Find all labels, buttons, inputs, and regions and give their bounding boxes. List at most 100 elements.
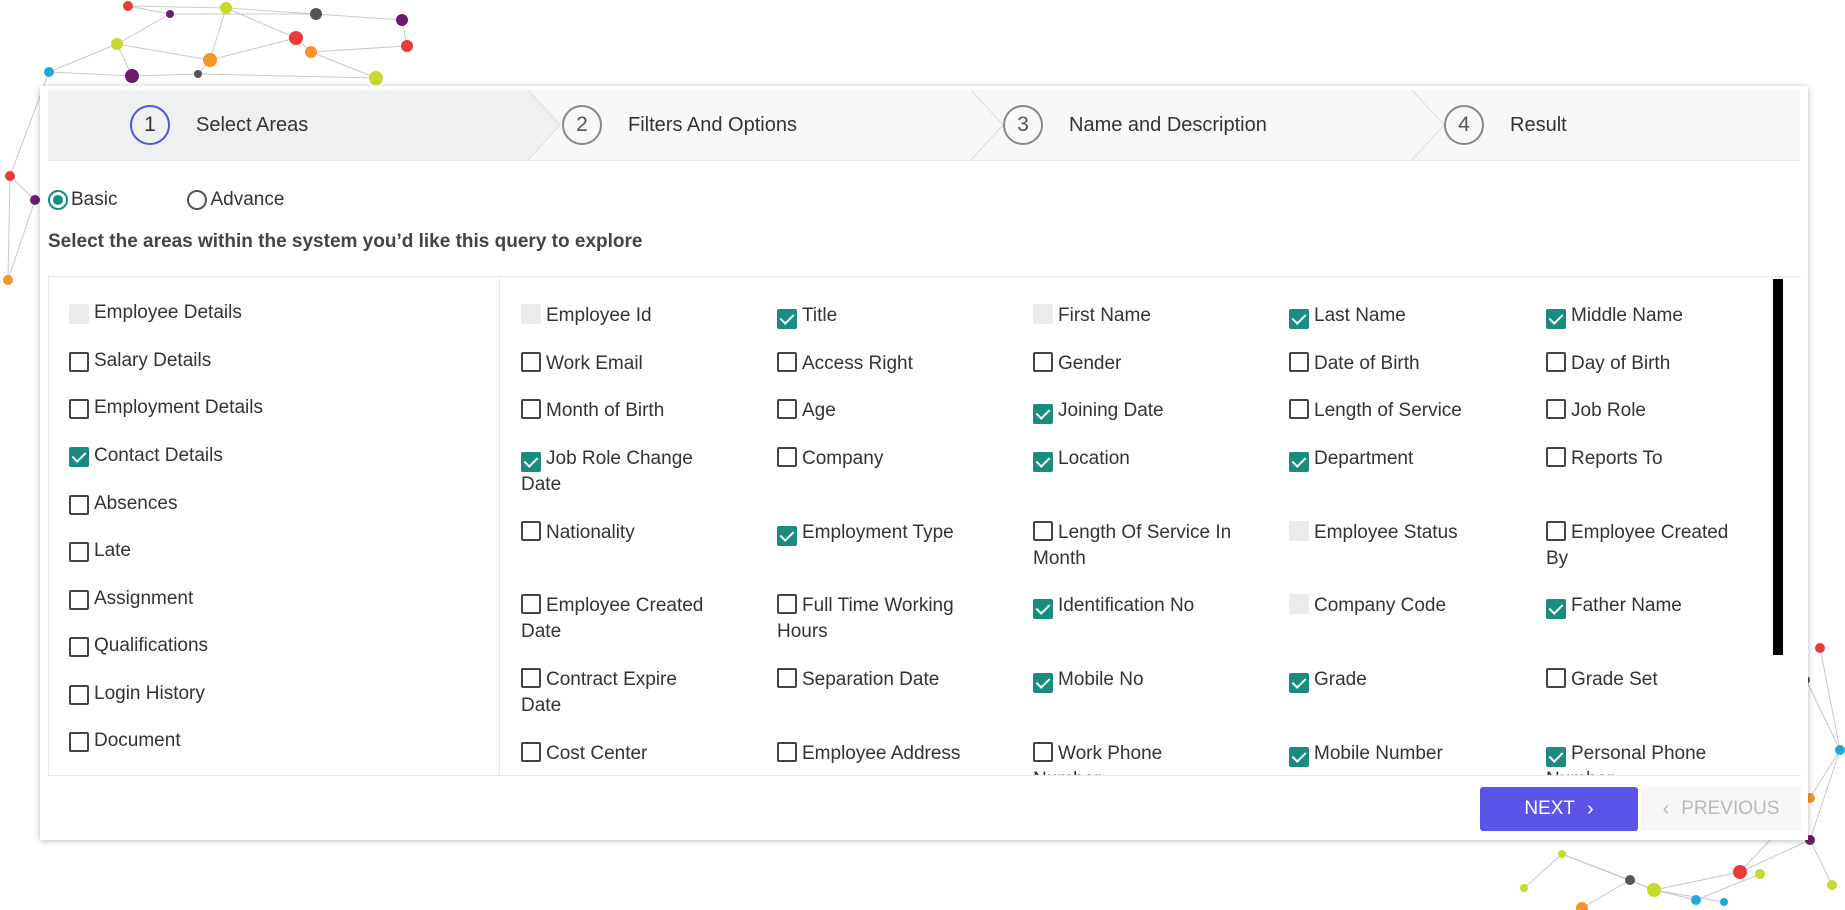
checkbox-icon[interactable] (1289, 352, 1309, 372)
checkbox-icon[interactable] (69, 399, 89, 419)
checkbox-item[interactable]: Reports To (1546, 446, 1746, 472)
checkbox-item[interactable]: Late (69, 540, 489, 564)
checkbox-item[interactable]: Absences (69, 493, 489, 517)
checkbox-icon[interactable] (777, 352, 797, 372)
checkbox-icon[interactable] (777, 742, 797, 762)
checkbox-item[interactable]: Contract Expire Date (521, 667, 721, 719)
checkbox-item[interactable]: Father Name (1546, 593, 1746, 619)
next-button[interactable]: NEXT › (1480, 787, 1638, 831)
checkbox-item[interactable]: Grade (1289, 667, 1489, 693)
checkbox-item[interactable]: Employment Details (69, 397, 489, 421)
step-result[interactable]: 4 Result (1444, 90, 1567, 160)
checkbox-icon[interactable] (521, 742, 541, 762)
checkbox-icon[interactable] (1546, 352, 1566, 372)
checkbox-item[interactable]: Length Of Service In Month (1033, 520, 1233, 572)
checkbox-checked-icon[interactable] (1289, 673, 1309, 693)
checkbox-checked-icon[interactable] (1033, 599, 1053, 619)
mode-basic-radio[interactable]: Basic (48, 189, 117, 211)
checkbox-item[interactable]: Job Role (1546, 398, 1746, 424)
checkbox-item[interactable]: Length of Service (1289, 398, 1489, 424)
checkbox-icon[interactable] (1546, 399, 1566, 419)
checkbox-item[interactable]: Full Time Working Hours (777, 593, 977, 645)
checkbox-icon[interactable] (1546, 521, 1566, 541)
checkbox-item[interactable]: Day of Birth (1546, 351, 1746, 377)
checkbox-icon[interactable] (521, 521, 541, 541)
checkbox-item[interactable]: Age (777, 398, 977, 424)
checkbox-item[interactable]: Work Phone Number (1033, 741, 1233, 775)
checkbox-item[interactable]: Joining Date (1033, 398, 1233, 424)
checkbox-item[interactable]: Employee Created Date (521, 593, 721, 645)
radio-selected-icon[interactable] (48, 190, 68, 210)
checkbox-icon[interactable] (777, 399, 797, 419)
checkbox-checked-icon[interactable] (1289, 747, 1309, 767)
checkbox-icon[interactable] (521, 352, 541, 372)
checkbox-checked-icon[interactable] (69, 447, 89, 467)
checkbox-item[interactable]: Job Role Change Date (521, 446, 721, 498)
checkbox-item[interactable]: Identification No (1033, 593, 1233, 619)
checkbox-item[interactable]: Department (1289, 446, 1489, 472)
checkbox-icon[interactable] (521, 594, 541, 614)
checkbox-item[interactable]: Personal Phone Number (1546, 741, 1746, 775)
checkbox-checked-icon[interactable] (521, 452, 541, 472)
checkbox-checked-icon[interactable] (1546, 309, 1566, 329)
checkbox-icon[interactable] (1546, 668, 1566, 688)
checkbox-item[interactable]: Cost Center (521, 741, 721, 767)
checkbox-icon[interactable] (69, 637, 89, 657)
checkbox-icon[interactable] (521, 399, 541, 419)
checkbox-icon[interactable] (521, 668, 541, 688)
checkbox-checked-icon[interactable] (777, 309, 797, 329)
fields-scrollbar[interactable] (1773, 279, 1783, 655)
checkbox-item[interactable]: Nationality (521, 520, 721, 546)
checkbox-item[interactable]: Contact Details (69, 445, 489, 469)
checkbox-checked-icon[interactable] (1546, 599, 1566, 619)
checkbox-item[interactable]: Work Email (521, 351, 721, 377)
checkbox-item[interactable]: Date of Birth (1289, 351, 1489, 377)
checkbox-icon[interactable] (1033, 521, 1053, 541)
checkbox-icon[interactable] (1546, 447, 1566, 467)
checkbox-icon[interactable] (1033, 352, 1053, 372)
checkbox-item[interactable]: Location (1033, 446, 1233, 472)
checkbox-item[interactable]: Access Right (777, 351, 977, 377)
step-name-and-description[interactable]: 3 Name and Description (1003, 90, 1267, 160)
checkbox-checked-icon[interactable] (1033, 404, 1053, 424)
checkbox-item[interactable]: Company (777, 446, 977, 472)
mode-advance-radio[interactable]: Advance (187, 189, 284, 211)
checkbox-icon[interactable] (69, 732, 89, 752)
checkbox-icon[interactable] (69, 495, 89, 515)
checkbox-item[interactable]: Gender (1033, 351, 1233, 377)
checkbox-item[interactable]: Document (69, 730, 489, 754)
checkbox-checked-icon[interactable] (777, 526, 797, 546)
checkbox-checked-icon[interactable] (1033, 452, 1053, 472)
checkbox-item[interactable]: Grade Set (1546, 667, 1746, 693)
checkbox-checked-icon[interactable] (1033, 673, 1053, 693)
checkbox-item[interactable]: Employee Address (777, 741, 977, 767)
checkbox-item[interactable]: Title (777, 303, 977, 329)
step-select-areas[interactable]: 1 Select Areas (130, 90, 308, 160)
checkbox-icon[interactable] (777, 668, 797, 688)
checkbox-item[interactable]: Employee Created By (1546, 520, 1746, 572)
checkbox-item[interactable]: Mobile Number (1289, 741, 1489, 767)
checkbox-icon[interactable] (69, 685, 89, 705)
checkbox-icon[interactable] (69, 352, 89, 372)
checkbox-item[interactable]: Salary Details (69, 350, 489, 374)
checkbox-item[interactable]: Separation Date (777, 667, 977, 693)
checkbox-item[interactable]: Login History (69, 683, 489, 707)
checkbox-icon[interactable] (1033, 742, 1053, 762)
checkbox-item[interactable]: Last Name (1289, 303, 1489, 329)
checkbox-item[interactable]: Mobile No (1033, 667, 1233, 693)
checkbox-item[interactable]: Middle Name (1546, 303, 1746, 329)
checkbox-icon[interactable] (69, 542, 89, 562)
checkbox-icon[interactable] (777, 594, 797, 614)
checkbox-item[interactable]: Assignment (69, 588, 489, 612)
checkbox-item[interactable]: Employment Type (777, 520, 977, 546)
checkbox-item[interactable]: Qualifications (69, 635, 489, 659)
checkbox-icon[interactable] (69, 590, 89, 610)
checkbox-checked-icon[interactable] (1289, 309, 1309, 329)
checkbox-checked-icon[interactable] (1546, 747, 1566, 767)
radio-unselected-icon[interactable] (187, 190, 208, 210)
step-filters-and-options[interactable]: 2 Filters And Options (562, 90, 797, 160)
checkbox-item[interactable]: Month of Birth (521, 398, 721, 424)
checkbox-icon[interactable] (1289, 399, 1309, 419)
checkbox-icon[interactable] (777, 447, 797, 467)
checkbox-checked-icon[interactable] (1289, 452, 1309, 472)
